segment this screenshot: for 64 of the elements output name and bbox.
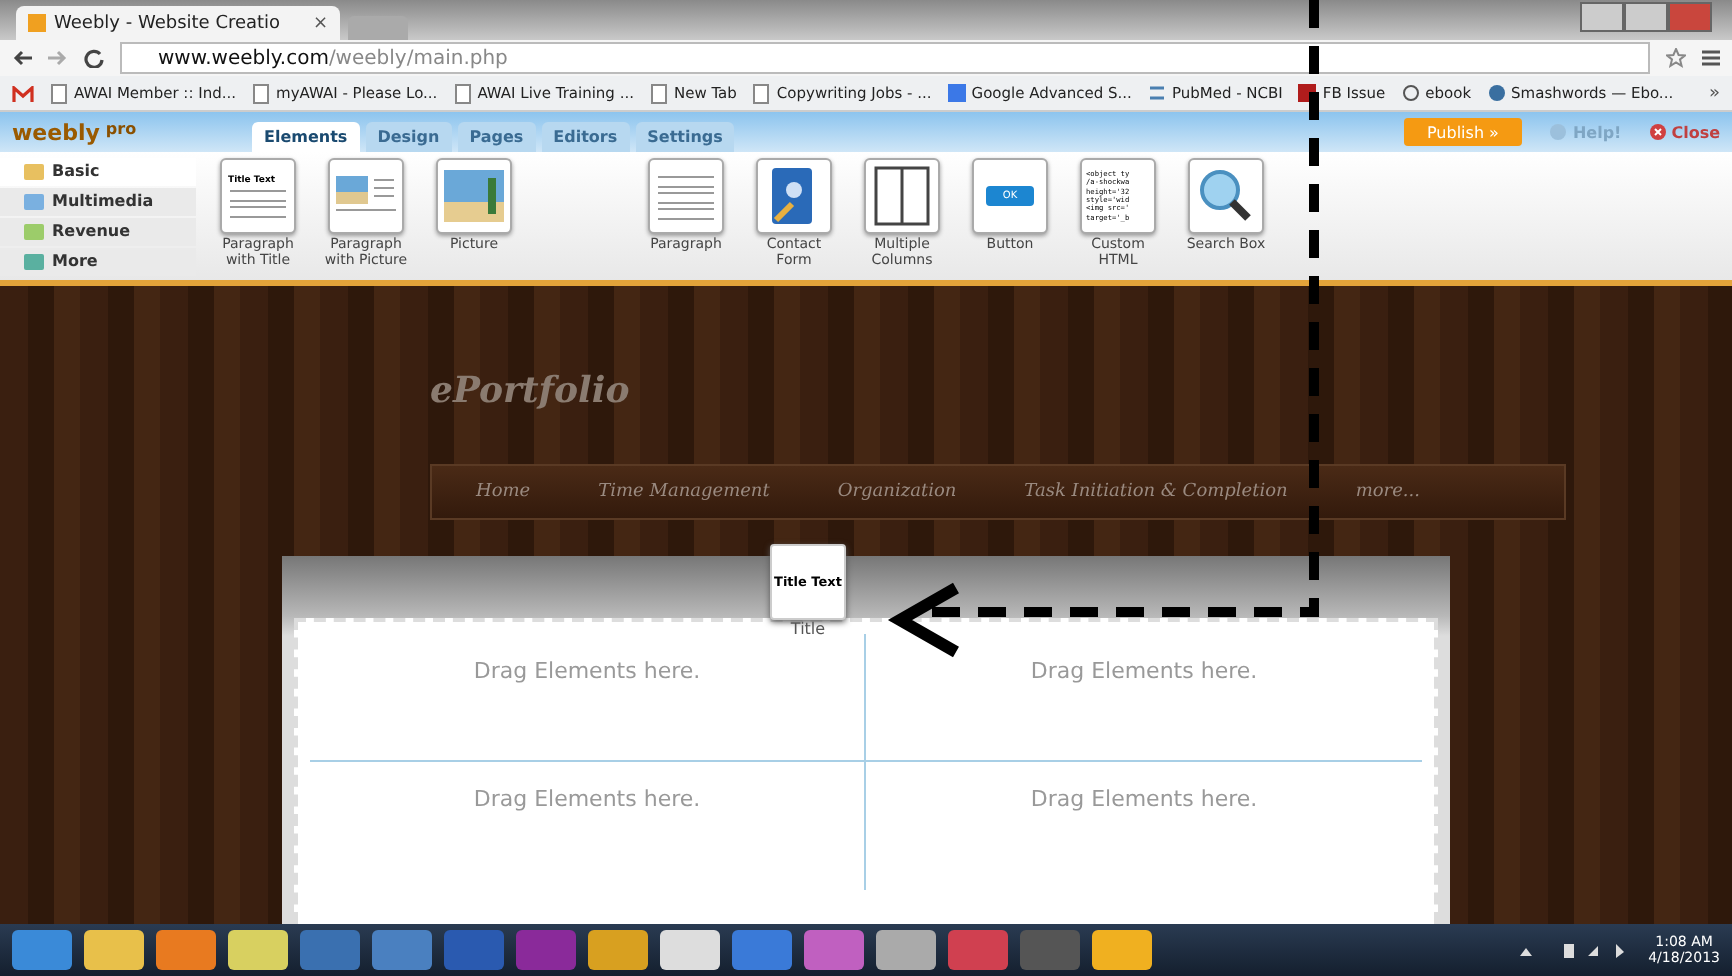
weebly-logo: weebly pro xyxy=(12,119,139,145)
taskbar-icon[interactable] xyxy=(588,930,648,970)
forward-icon[interactable] xyxy=(48,50,68,66)
site-title: ePortfolio xyxy=(430,370,632,412)
page-icon xyxy=(453,83,472,103)
minimize-button[interactable] xyxy=(1580,2,1624,32)
nav-link[interactable]: more... xyxy=(1355,482,1420,502)
address-field[interactable]: www.weebly.com/weebly/main.php xyxy=(120,42,1650,74)
maximize-button[interactable] xyxy=(1624,2,1668,32)
new-tab-button[interactable] xyxy=(348,16,408,40)
page-icon xyxy=(50,83,68,103)
drop-zone: Drag Elements here. xyxy=(310,634,866,762)
text-picture-thumbnail xyxy=(328,158,404,234)
tab-title: Weebly - Website Creatio xyxy=(54,13,283,33)
category-item[interactable]: Basic xyxy=(0,157,196,185)
taskbar-icon[interactable] xyxy=(300,930,360,970)
back-icon[interactable] xyxy=(12,50,32,66)
browser-tab[interactable]: Weebly - Website Creatio × xyxy=(16,6,340,40)
taskbar-icon[interactable] xyxy=(804,930,864,970)
mail-icon[interactable] xyxy=(12,85,34,101)
drop-zone: Drag Elements here. xyxy=(866,634,1422,762)
category-item[interactable]: Multimedia xyxy=(0,187,196,215)
element-caption: Title xyxy=(790,620,826,638)
taskbar-icon[interactable] xyxy=(1092,930,1152,970)
address-book-icon xyxy=(756,158,832,234)
search-icon xyxy=(1188,158,1264,234)
taskbar-icon[interactable] xyxy=(228,930,288,970)
globe-icon xyxy=(1487,84,1506,102)
reload-icon[interactable] xyxy=(84,48,104,68)
more-bookmarks[interactable]: » xyxy=(1708,83,1720,103)
close-icon xyxy=(1649,124,1666,140)
beach-thumbnail xyxy=(436,158,512,234)
taskbar-icon[interactable] xyxy=(1020,930,1080,970)
taskbar-icon[interactable] xyxy=(660,930,720,970)
taskbar-icon[interactable] xyxy=(12,930,72,970)
editor-tab[interactable]: Pages xyxy=(457,122,536,152)
star-icon[interactable] xyxy=(1666,48,1686,68)
editor-tab[interactable]: Elements xyxy=(252,122,360,152)
nav-link[interactable]: Task Initiation & Completion xyxy=(1024,482,1288,502)
drop-zone: Drag Elements here. xyxy=(1028,784,1260,816)
taskbar-icon[interactable] xyxy=(948,930,1008,970)
category-item[interactable]: Revenue xyxy=(0,217,196,245)
category-item[interactable]: More xyxy=(0,247,196,275)
editor-tab[interactable]: Settings xyxy=(635,122,735,152)
taskbar-icon[interactable] xyxy=(84,930,144,970)
editor-tab[interactable]: Design xyxy=(365,122,452,152)
taskbar-icon[interactable] xyxy=(372,930,432,970)
page-icon xyxy=(752,83,771,103)
taskbar-icon[interactable] xyxy=(732,930,792,970)
page-icon xyxy=(649,83,668,103)
taskbar-icon[interactable] xyxy=(516,930,576,970)
taskbar-icon[interactable] xyxy=(156,930,216,970)
editor-tab[interactable]: Editors xyxy=(541,122,630,152)
columns-icon xyxy=(864,158,940,234)
taskbar-icon[interactable] xyxy=(876,930,936,970)
nav-link[interactable]: Time Management xyxy=(598,482,770,502)
page-icon xyxy=(252,83,271,103)
drop-zone: Drag Elements here. xyxy=(310,762,866,890)
taskbar-icon[interactable] xyxy=(444,930,504,970)
tab-close[interactable]: × xyxy=(312,13,328,33)
menu-icon[interactable] xyxy=(1702,50,1720,66)
nav-link[interactable]: Organization xyxy=(837,482,957,502)
nav-link[interactable]: Home xyxy=(476,482,531,502)
text-thumbnail xyxy=(648,158,724,234)
